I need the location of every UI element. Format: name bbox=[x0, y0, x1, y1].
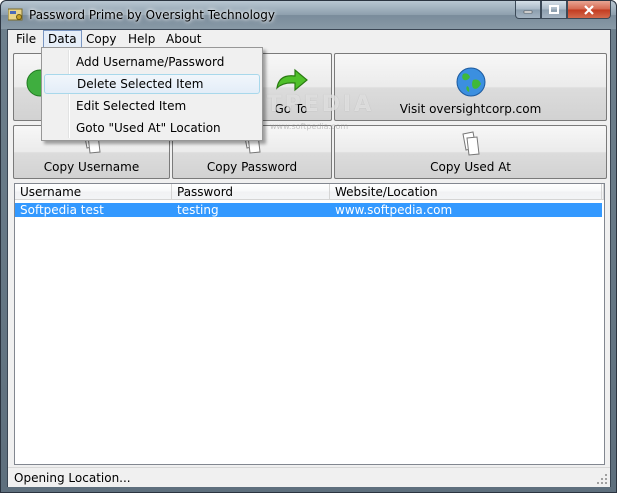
column-username[interactable]: Username bbox=[15, 184, 172, 200]
minimize-icon bbox=[523, 10, 533, 13]
menu-goto-used-at-location[interactable]: Goto "Used At" Location bbox=[44, 118, 260, 138]
window-title: Password Prime by Oversight Technology bbox=[29, 8, 275, 22]
status-bar: Opening Location... bbox=[8, 467, 610, 487]
green-arrow-icon bbox=[276, 68, 308, 92]
globe-icon bbox=[456, 67, 485, 97]
close-button[interactable] bbox=[567, 1, 611, 19]
table-row[interactable]: Softpedia test testing www.softpedia.com bbox=[15, 203, 602, 217]
app-key-icon bbox=[8, 8, 23, 21]
app-window: Password Prime by Oversight Technology F… bbox=[0, 0, 617, 493]
menu-help[interactable]: Help bbox=[124, 31, 159, 48]
menu-about[interactable]: About bbox=[162, 31, 205, 48]
copy-used-at-label: Copy Used At bbox=[430, 160, 511, 174]
list-header: Username Password Website/Location bbox=[15, 184, 604, 201]
copy-username-label: Copy Username bbox=[43, 160, 140, 174]
password-list[interactable]: Username Password Website/Location Softp… bbox=[14, 183, 605, 465]
visit-website-label: Visit oversightcorp.com bbox=[399, 102, 542, 116]
copy-used-at-button[interactable]: Copy Used At bbox=[334, 125, 607, 179]
title-bar[interactable]: Password Prime by Oversight Technology bbox=[1, 1, 616, 29]
cell-username: Softpedia test bbox=[20, 203, 104, 217]
menu-edit-selected-item[interactable]: Edit Selected Item bbox=[44, 96, 260, 116]
close-icon bbox=[584, 4, 594, 15]
menu-file[interactable]: File bbox=[12, 31, 40, 48]
copy-pages-icon bbox=[461, 131, 480, 156]
menu-add-username-password[interactable]: Add Username/Password bbox=[44, 52, 260, 72]
menu-delete-selected-item[interactable]: Delete Selected Item bbox=[44, 74, 260, 94]
column-website[interactable]: Website/Location bbox=[330, 184, 602, 200]
column-filler bbox=[602, 184, 604, 200]
maximize-icon bbox=[549, 5, 559, 14]
cell-website: www.softpedia.com bbox=[335, 203, 453, 217]
data-menu-dropdown: Add Username/Password Delete Selected It… bbox=[41, 47, 263, 141]
column-password[interactable]: Password bbox=[172, 184, 330, 200]
cell-password: testing bbox=[177, 203, 219, 217]
status-text: Opening Location... bbox=[14, 471, 131, 485]
menu-copy[interactable]: Copy bbox=[82, 31, 120, 48]
resize-grip-icon[interactable] bbox=[596, 473, 608, 485]
visit-website-button[interactable]: Visit oversightcorp.com bbox=[334, 53, 607, 121]
minimize-button[interactable] bbox=[515, 1, 541, 19]
copy-password-label: Copy Password bbox=[206, 160, 298, 174]
maximize-button[interactable] bbox=[541, 1, 567, 19]
